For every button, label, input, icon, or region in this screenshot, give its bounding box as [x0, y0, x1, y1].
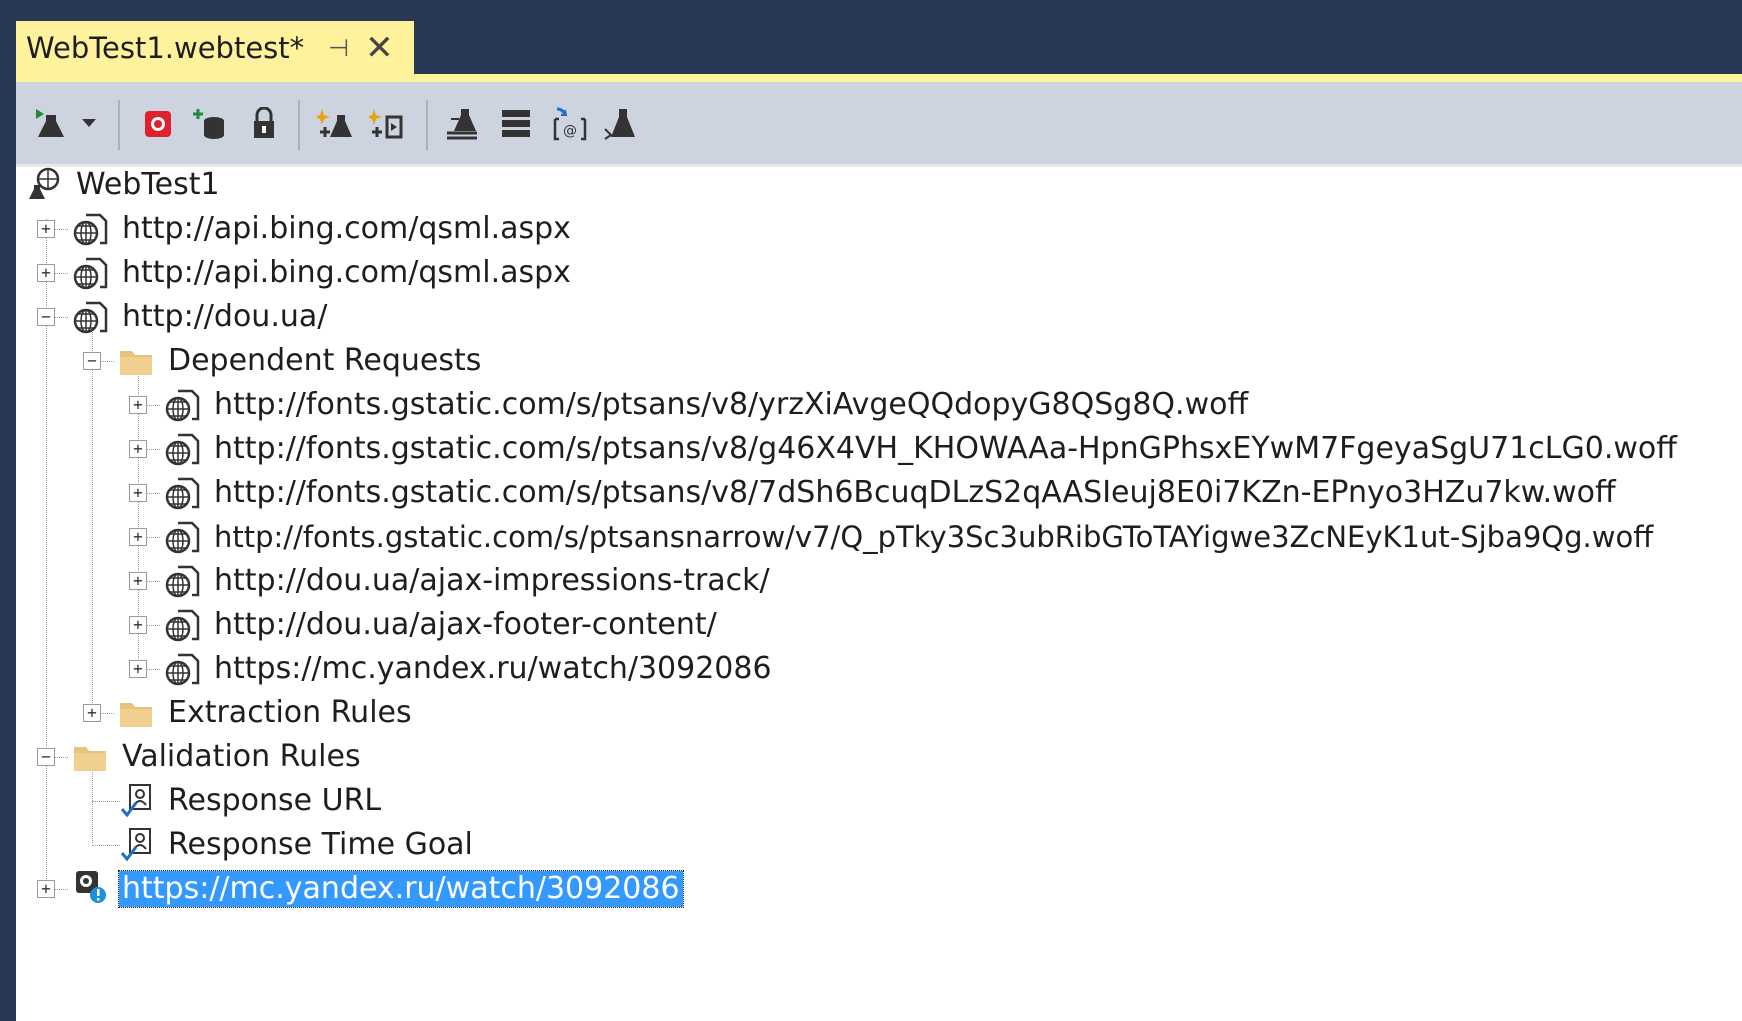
web-request-icon [165, 433, 200, 466]
collapse-icon[interactable]: − [83, 352, 101, 370]
tree-connector [92, 323, 93, 715]
tree-node-label: Response Time Goal [168, 827, 473, 862]
collapse-icon[interactable]: − [37, 748, 55, 766]
webtest-editor-window: WebTest1.webtest* ⊣ ✕ @ WebTest1 + http:… [16, 16, 1742, 1021]
validation-rule-icon [120, 784, 151, 818]
webtest-toolbar: @ [16, 74, 1742, 164]
webtest-tree-view[interactable]: WebTest1 + http://api.bing.com/qsml.aspx… [16, 164, 1742, 1021]
folder-icon [120, 703, 152, 727]
expand-icon[interactable]: + [129, 572, 147, 590]
document-tab-strip: WebTest1.webtest* ⊣ ✕ [16, 16, 1742, 74]
pin-icon[interactable]: ⊣ [328, 34, 349, 62]
folder-icon [120, 351, 152, 375]
tree-node-label: http://dou.ua/ [122, 299, 328, 334]
web-request-icon [165, 653, 200, 686]
tree-node-label: http://dou.ua/ajax-impressions-track/ [214, 563, 770, 598]
tree-node-label: Dependent Requests [168, 343, 482, 378]
validation-rule-icon [120, 828, 151, 862]
expand-icon[interactable]: + [129, 616, 147, 634]
svg-text:@: @ [563, 123, 577, 139]
tree-node-label: Extraction Rules [168, 695, 412, 730]
folder-icon [74, 747, 106, 771]
expand-icon[interactable]: + [129, 660, 147, 678]
webtest-icon [29, 167, 60, 199]
tree-connector [92, 845, 120, 846]
tree-node-label: http://fonts.gstatic.com/s/ptsans/v8/g46… [214, 431, 1677, 466]
tree-node-label: http://fonts.gstatic.com/s/ptsansnarrow/… [214, 520, 1654, 554]
tree-node-label: Response URL [168, 783, 382, 818]
expand-icon[interactable]: + [83, 704, 101, 722]
expand-icon[interactable]: + [129, 528, 147, 546]
expand-icon[interactable]: + [37, 264, 55, 282]
collapse-icon[interactable]: − [37, 308, 55, 326]
toolbar-separator [298, 100, 300, 150]
web-request-icon [165, 521, 200, 554]
flask-icon[interactable] [602, 102, 642, 146]
toolbar-separator [426, 100, 428, 150]
toolbar-separator [118, 100, 120, 150]
expand-icon[interactable]: + [37, 220, 55, 238]
web-request-icon [165, 609, 200, 642]
tree-node-label: http://dou.ua/ajax-footer-content/ [214, 607, 717, 642]
expand-icon[interactable]: + [129, 396, 147, 414]
close-icon[interactable]: ✕ [365, 31, 394, 65]
extract-icon[interactable] [444, 102, 484, 146]
web-request-warning-icon [76, 871, 106, 903]
tree-node-label-selected: https://mc.yandex.ru/watch/3092086 [118, 870, 684, 908]
web-request-icon [165, 477, 200, 510]
tab-webtest1[interactable]: WebTest1.webtest* ⊣ ✕ [16, 21, 414, 74]
dropdown-arrow-icon[interactable] [78, 102, 100, 146]
tab-title: WebTest1.webtest* [26, 30, 305, 65]
tree-node-label: WebTest1 [76, 167, 220, 202]
web-request-icon [165, 389, 200, 422]
parameterize-icon[interactable]: @ [550, 102, 590, 146]
tree-node-label: http://fonts.gstatic.com/s/ptsans/v8/yrz… [214, 387, 1249, 422]
tree-node-label: Validation Rules [122, 739, 361, 774]
insert-request-icon[interactable] [368, 102, 408, 146]
expand-icon[interactable]: + [37, 880, 55, 898]
run-test-icon[interactable] [30, 102, 70, 146]
add-request-icon[interactable] [316, 102, 356, 146]
web-request-icon [73, 301, 108, 334]
expand-icon[interactable]: + [129, 440, 147, 458]
record-icon[interactable] [138, 102, 178, 146]
lock-icon[interactable] [244, 102, 284, 146]
add-datasource-icon[interactable] [190, 102, 230, 146]
list-icon[interactable] [496, 102, 536, 146]
tree-node-label: http://fonts.gstatic.com/s/ptsans/v8/7dS… [214, 475, 1616, 510]
web-request-icon [73, 257, 108, 290]
tree-node-label: https://mc.yandex.ru/watch/3092086 [214, 651, 772, 686]
web-request-icon [73, 213, 108, 246]
tree-node-label: http://api.bing.com/qsml.aspx [122, 255, 571, 290]
tree-node-label: http://api.bing.com/qsml.aspx [122, 211, 571, 246]
tree-connector [92, 801, 120, 802]
web-request-icon [165, 565, 200, 598]
expand-icon[interactable]: + [129, 484, 147, 502]
